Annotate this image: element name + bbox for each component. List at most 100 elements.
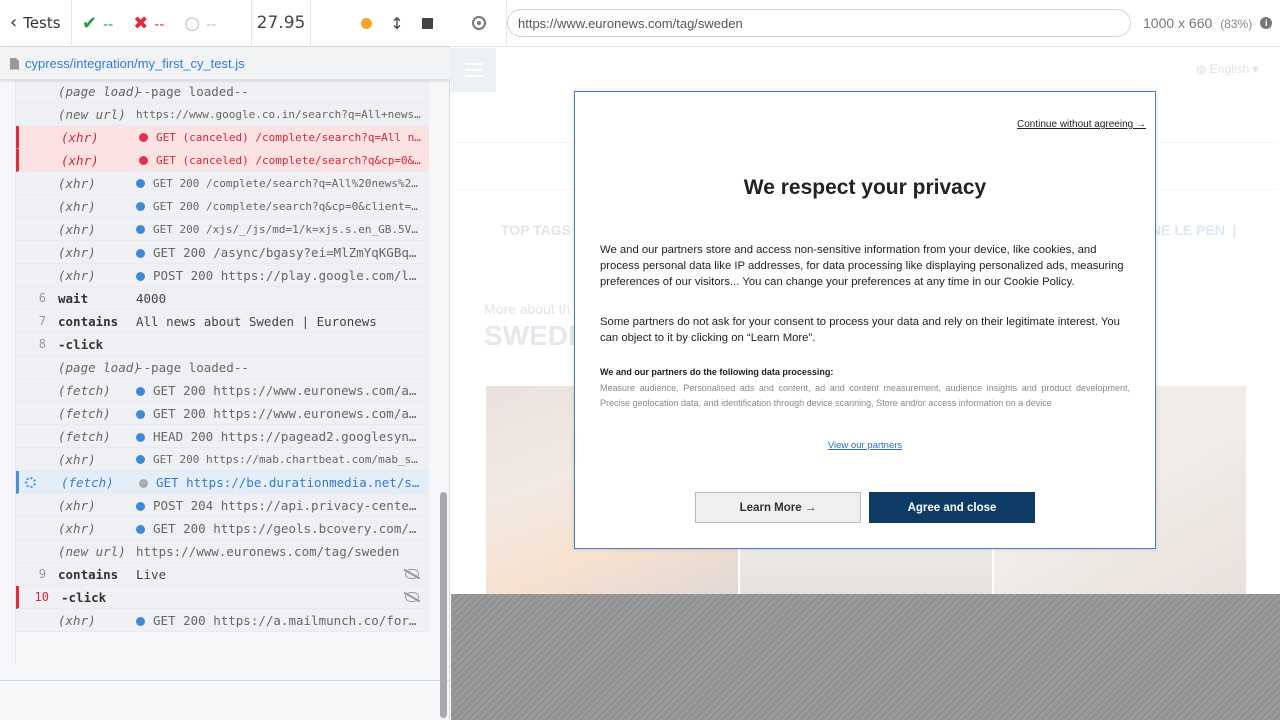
command-number: 8 [38,337,46,351]
spec-file-link[interactable]: cypress/integration/my_first_cy_test.js [25,56,245,71]
command-row[interactable]: (xhr) GET (canceled) /complete/search?q&c… [16,149,429,172]
command-message-text: GET 200 /complete/search?q=All%20news%20… [153,176,429,190]
command-row[interactable]: (xhr) GET 200 /complete/search?q=All%20ne… [16,172,429,195]
test-stats: ✔ -- ✖ -- ○ -- [72,0,252,47]
duration: 27.95 [252,0,311,47]
command-number: 9 [38,567,46,581]
status-dot-icon [139,478,148,488]
command-row[interactable]: (fetch) HEAD 200 https://pagead2.googlesy… [16,425,429,448]
command-message: GET 200 /complete/search?q&cp=0&client=g… [136,200,429,213]
view-partners-link[interactable]: View our partners [575,440,1155,451]
command-row[interactable]: (xhr) GET 200 https://a.mailmunch.co/form… [16,609,429,632]
command-message: GET 200 /async/bgasy?ei=MlZmYqKGBqCM… [136,245,429,260]
command-row[interactable]: 10 -click [16,586,429,609]
command-row[interactable]: 8 -click [16,333,429,356]
command-name: contains [58,313,119,329]
command-name: wait [58,290,89,306]
stop-icon[interactable] [422,17,433,29]
command-row[interactable]: (page load) --page loaded-- [16,356,429,379]
command-name: (fetch) [61,474,114,490]
command-name: (xhr) [58,497,96,513]
command-message: Live [136,567,429,582]
agree-and-close-button[interactable]: Agree and close [869,492,1035,523]
status-dot-icon [136,524,145,534]
command-message-text: HEAD 200 https://pagead2.googlesyndi… [153,428,429,444]
command-row[interactable]: (fetch) GET 200 https://www.euronews.com/… [16,379,429,402]
command-row[interactable]: (xhr) GET 200 /async/bgasy?ei=MlZmYqKGBqC… [16,241,429,264]
consent-dialog: Continue without agreeing → We respect y… [574,91,1156,549]
tests-button[interactable]: ‹ Tests [0,0,72,47]
running-indicator-icon [361,17,372,29]
command-message: All news about Sweden | Euronews [136,314,429,329]
command-row[interactable]: (page load) --page loaded-- [16,80,429,103]
command-row[interactable]: (xhr) GET 200 /xjs/_/js/md=1/k=xjs.s.en_G… [16,218,429,241]
scrollbar[interactable] [440,492,447,718]
command-message-text: GET 200 /complete/search?q&cp=0&client=g… [153,199,429,213]
status-dot-icon [136,225,145,234]
run-controls: ↕ [311,0,449,47]
selector-playground-button[interactable] [451,0,507,47]
command-message-text: Live [136,566,167,582]
command-row[interactable]: (xhr) POST 200 https://play.google.com/lo… [16,264,429,287]
command-row[interactable]: 9 contains Live [16,563,429,586]
crosshair-icon [471,16,486,30]
auto-scroll-icon[interactable]: ↕ [390,14,403,33]
command-row[interactable]: 6 wait 4000 [16,287,429,310]
command-name: (fetch) [58,405,111,421]
command-message-text: --page loaded-- [136,359,249,375]
command-row[interactable]: (xhr) GET 200 https://geols.bcovery.com/i… [16,517,429,540]
command-message-text: GET 200 https://www.euronews.com/api… [153,382,429,398]
pending-stat: ○ -- [174,13,226,34]
command-row[interactable]: (xhr) GET 200 https://mab.chartbeat.com/m… [16,448,429,471]
legitimate-interest-paragraph: Some partners do not ask for your consen… [600,316,1120,344]
command-message-text: POST 200 https://play.google.com/log… [153,267,429,283]
command-message-text: GET https://be.durationmedia.net/scr… [156,474,429,490]
circle-icon: ○ [184,12,201,34]
viewport-zoom: (83%) [1220,17,1253,31]
command-name: (xhr) [58,520,96,536]
command-name: (page load) [58,359,141,375]
file-icon [10,57,19,70]
status-dot-icon [136,271,145,281]
failed-count: -- [154,16,165,33]
command-message: --page loaded-- [136,360,429,375]
command-message: POST 200 https://play.google.com/log… [136,268,429,283]
divider [0,680,450,681]
status-dot-icon [136,386,145,396]
command-message: POST 204 https://api.privacy-center.… [136,498,429,513]
command-message: GET 200 /xjs/_/js/md=1/k=xjs.s.en_GB.5Vk… [136,223,429,236]
command-name: (xhr) [58,267,96,283]
command-row[interactable]: (xhr) GET (canceled) /complete/search?q=A… [16,126,429,149]
command-row[interactable]: (fetch) GET https://be.durationmedia.net/… [16,471,429,494]
command-row[interactable]: (fetch) GET 200 https://www.euronews.com/… [16,402,429,425]
continue-without-agreeing-link[interactable]: Continue without agreeing → [1017,119,1146,130]
status-dot-icon [136,179,145,188]
spinner-icon [25,477,36,488]
pending-count: -- [206,16,217,33]
learn-more-button[interactable]: Learn More → [695,492,861,523]
url-bar[interactable]: https://www.euronews.com/tag/sweden [507,9,1131,37]
status-dot-icon [136,616,145,626]
status-dot-icon [136,202,145,211]
command-name: (xhr) [58,198,96,214]
command-name: (xhr) [58,244,96,260]
x-icon: ✖ [133,12,149,34]
command-row[interactable]: (new url) https://www.euronews.com/tag/sw… [16,540,429,563]
reporter-header: ‹ Tests ✔ -- ✖ -- ○ -- 27.95 ↕ [0,0,450,47]
command-number: 10 [34,590,49,604]
command-name: (xhr) [58,221,96,237]
command-row[interactable]: (new url) https://www.google.co.in/search… [16,103,429,126]
command-message-text: GET 200 https://mab.chartbeat.com/mab_st… [153,452,429,466]
command-message-text: --page loaded-- [136,83,249,99]
command-message: GET 200 /complete/search?q=All%20news%20… [136,177,429,190]
aut-header: https://www.euronews.com/tag/sweden 1000… [451,0,1280,47]
info-icon[interactable]: i [1260,17,1273,29]
command-message: https://www.euronews.com/tag/sweden [136,544,429,559]
command-name: (xhr) [61,129,99,145]
command-message-text: https://www.google.co.in/search?q=All+ne… [136,107,429,121]
command-name: (xhr) [58,175,96,191]
command-name: -click [58,336,104,352]
command-row[interactable]: (xhr) GET 200 /complete/search?q&cp=0&cli… [16,195,429,218]
command-row[interactable]: 7 contains All news about Sweden | Euronew… [16,310,429,333]
command-row[interactable]: (xhr) POST 204 https://api.privacy-center… [16,494,429,517]
